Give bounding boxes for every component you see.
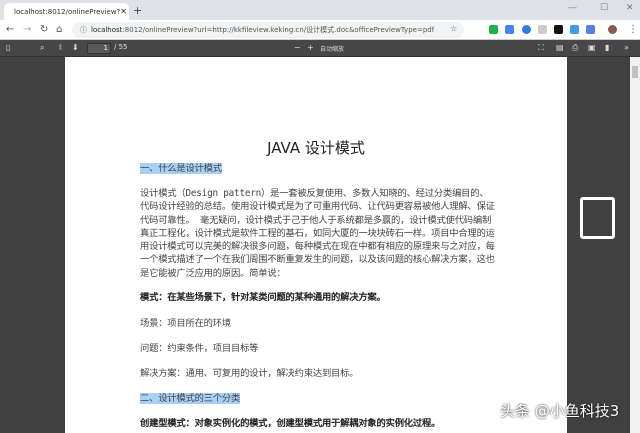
new-tab-button[interactable]: + (133, 4, 142, 17)
extension-icon[interactable] (570, 25, 579, 34)
extension-translate-icon[interactable] (505, 25, 514, 34)
problem-text: 问题：约束条件，项目目标等 (140, 342, 495, 355)
extension-icon[interactable] (538, 25, 547, 34)
heading-2: 二、设计模式的三个分类 (140, 393, 240, 404)
bookmark-icon[interactable]: ▮ (605, 43, 609, 52)
minimize-button[interactable]: — (568, 3, 577, 13)
zoom-out-button[interactable]: − (294, 43, 301, 52)
watermark: 头条 @小鱼科技3 (500, 402, 619, 420)
pattern-definition: 模式：在某些场景下，针对某类问题的某种通用的解决方案。 (140, 291, 495, 304)
reload-icon[interactable]: ↻ (40, 24, 48, 35)
search-icon[interactable]: ⌕ (40, 43, 44, 53)
tools-icon[interactable]: » (624, 43, 629, 52)
image-icon (580, 197, 615, 239)
back-icon[interactable]: ← (6, 24, 14, 35)
menu-icon[interactable]: ⋮ (628, 24, 638, 35)
forward-icon[interactable]: → (23, 24, 31, 35)
zoom-in-button[interactable]: + (307, 43, 314, 52)
page-number-input[interactable]: 1 (87, 43, 111, 54)
pdf-page: JAVA 设计模式 一、什么是设计模式 设计模式（Design pattern）… (65, 57, 567, 433)
address-bar-row: ← → ↻ ⌂ ⓘlocalhost:8012/onlinePreview?ur… (0, 20, 640, 40)
open-file-icon[interactable]: ▤ (556, 43, 564, 52)
maximize-button[interactable]: ☐ (600, 3, 608, 13)
solution-text: 解决方案：通用、可复用的设计，解决约束达到目标。 (140, 367, 495, 380)
extension-icon[interactable] (522, 25, 531, 34)
page-count: / 55 (114, 43, 128, 51)
home-icon[interactable]: ⌂ (56, 24, 62, 35)
previous-page-icon[interactable]: ⬆ (57, 43, 64, 52)
print-icon[interactable]: ⎙ (572, 43, 578, 53)
extension-icon[interactable] (586, 25, 595, 34)
extension-icon[interactable] (554, 25, 563, 34)
paragraph: 设计模式（Design pattern）是一套被反复使用、多数人知晓的、经过分类… (140, 187, 495, 280)
bookmark-star-icon[interactable]: ☆ (450, 24, 457, 33)
presentation-mode-icon[interactable]: ⛶ (538, 43, 544, 53)
browser-tab[interactable]: localhost:8012/onlinePreview?✕ (4, 3, 129, 20)
creational-text: 创建型模式：对象实例化的模式，创建型模式用于解耦对象的实例化过程。 (140, 417, 560, 430)
scene-text: 场景：项目所在的环境 (140, 317, 495, 330)
sidebar-toggle-icon[interactable]: ▯ (6, 43, 10, 52)
avatar[interactable] (608, 25, 617, 34)
scrollbar-thumb[interactable] (632, 66, 638, 78)
tab-title: localhost:8012/onlinePreview? (14, 8, 120, 16)
download-icon[interactable]: ▣ (588, 43, 596, 52)
close-window-button[interactable]: ✕ (626, 3, 634, 13)
pdf-viewer: JAVA 设计模式 一、什么是设计模式 设计模式（Design pattern）… (0, 57, 630, 433)
next-page-icon[interactable]: ⬇ (72, 43, 79, 52)
zoom-select[interactable]: 自动缩放 (320, 44, 344, 53)
scrollbar[interactable] (630, 57, 640, 433)
heading-1: 一、什么是设计模式 (140, 163, 222, 174)
document-title: JAVA 设计模式 (65, 137, 567, 158)
tab-strip: localhost:8012/onlinePreview?✕ + — ☐ ✕ (0, 0, 640, 20)
close-tab-icon[interactable]: ✕ (120, 7, 127, 16)
extension-shield-icon[interactable] (489, 25, 498, 34)
url-input[interactable]: ⓘlocalhost:8012/onlinePreview?url=http:/… (72, 22, 464, 38)
info-icon: ⓘ (80, 25, 87, 35)
pdf-toolbar: ▯ ⌕ ⬆ ⬇ 1 / 55 − + 自动缩放 ⛶ ▤ ⎙ ▣ ▮ » (0, 40, 640, 57)
